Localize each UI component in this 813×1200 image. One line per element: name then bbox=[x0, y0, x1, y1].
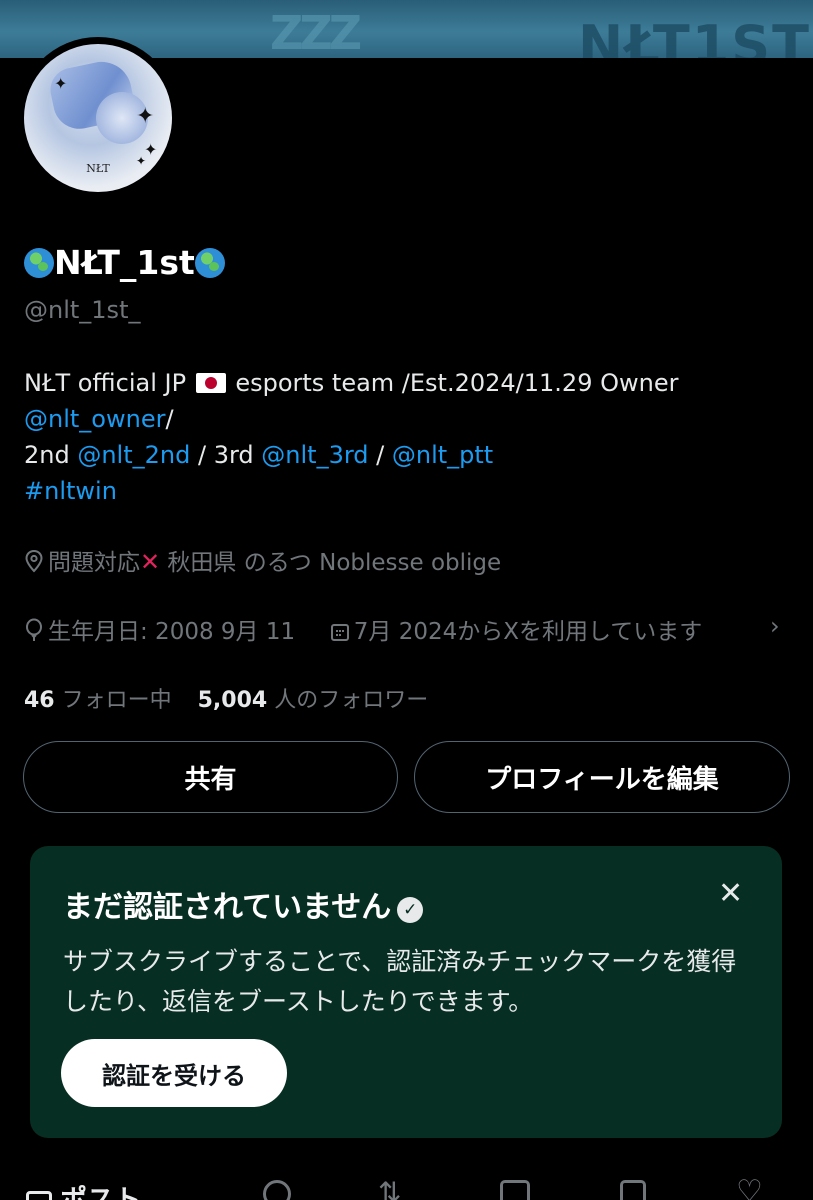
banner-text: NŁT1ST bbox=[577, 14, 811, 58]
globe-icon bbox=[194, 248, 225, 278]
profile-meta: 生年月日: 2008 9月 11 7月 2024からXを利用しています bbox=[24, 612, 702, 646]
globe-icon bbox=[24, 248, 54, 278]
avatar-image: ✦ ✦ ✦ ✦ NŁT bbox=[24, 44, 172, 192]
followers-link[interactable]: 5,004 人のフォロワー bbox=[198, 688, 429, 713]
avatar[interactable]: ✦ ✦ ✦ ✦ NŁT bbox=[17, 37, 179, 199]
bio-text: esports team /Est.2024/11.29 Owner bbox=[227, 369, 679, 397]
edit-profile-button[interactable]: プロフィールを編集 bbox=[414, 741, 790, 813]
posts-icon bbox=[26, 1191, 52, 1200]
joined-date[interactable]: 7月 2024からXを利用しています bbox=[354, 619, 703, 645]
tab-posts[interactable]: ポスト ⌄ bbox=[26, 1178, 173, 1200]
following-link[interactable]: 46 フォロー中 bbox=[24, 688, 172, 713]
location: 問題対応✕ 秋田県 のるつ Noblesse oblige bbox=[24, 543, 501, 577]
banner-logo-icon: ZZZ bbox=[270, 6, 362, 58]
verification-card: まだ認証されていません ✓ ✕ サブスクライブすることで、認証済みチェックマークを… bbox=[30, 846, 782, 1138]
repost-icon[interactable]: ⇅ bbox=[378, 1176, 401, 1200]
verification-description: サブスクライブすることで、認証済みチェックマークを獲得したり、返信をブーストした… bbox=[63, 947, 737, 1016]
mention-link-owner[interactable]: @nlt_owner bbox=[24, 405, 165, 433]
share-button[interactable]: 共有 bbox=[23, 741, 398, 813]
japan-flag-icon bbox=[195, 373, 226, 393]
bio-text: NŁT official JP bbox=[24, 369, 187, 397]
profile-bio: NŁT official JP esports team /Est.2024/1… bbox=[24, 369, 679, 505]
media-icon[interactable] bbox=[500, 1180, 530, 1200]
replies-icon[interactable] bbox=[263, 1180, 291, 1200]
mention-link-2nd[interactable]: @nlt_2nd bbox=[77, 441, 190, 469]
verification-title: まだ認証されていません ✓ bbox=[63, 882, 424, 926]
avatar-caption: NŁT bbox=[86, 162, 110, 175]
mention-link-3rd[interactable]: @nlt_3rd bbox=[261, 441, 368, 469]
chevron-down-icon: ⌄ bbox=[150, 1185, 173, 1200]
sparkle-icon: ✦ bbox=[136, 104, 155, 129]
cross-mark-icon: ✕ bbox=[140, 548, 161, 576]
hashtag-link[interactable]: #nltwin bbox=[24, 477, 117, 505]
display-name: NŁT_1st bbox=[24, 243, 225, 282]
heart-icon[interactable]: ♡ bbox=[736, 1174, 763, 1200]
birthday: 生年月日: 2008 9月 11 bbox=[48, 619, 296, 645]
get-verified-button[interactable]: 認証を受ける bbox=[61, 1039, 287, 1107]
close-icon[interactable]: ✕ bbox=[718, 876, 743, 911]
calendar-icon bbox=[330, 624, 349, 641]
verified-badge-icon: ✓ bbox=[397, 897, 424, 923]
follow-stats: 46 フォロー中 5,004 人のフォロワー bbox=[24, 682, 428, 714]
user-handle: @nlt_1st_ bbox=[24, 296, 141, 324]
articles-icon[interactable] bbox=[620, 1180, 646, 1200]
mention-link-ptt[interactable]: @nlt_ptt bbox=[392, 441, 493, 469]
display-name-text: NŁT_1st bbox=[54, 243, 195, 282]
location-pin-icon bbox=[25, 549, 43, 573]
balloon-icon bbox=[26, 618, 42, 641]
profile-tabs: ポスト ⌄ ⇅ ♡ bbox=[0, 1172, 813, 1200]
chevron-right-icon[interactable]: › bbox=[770, 612, 780, 640]
sparkle-icon: ✦ bbox=[54, 74, 68, 93]
